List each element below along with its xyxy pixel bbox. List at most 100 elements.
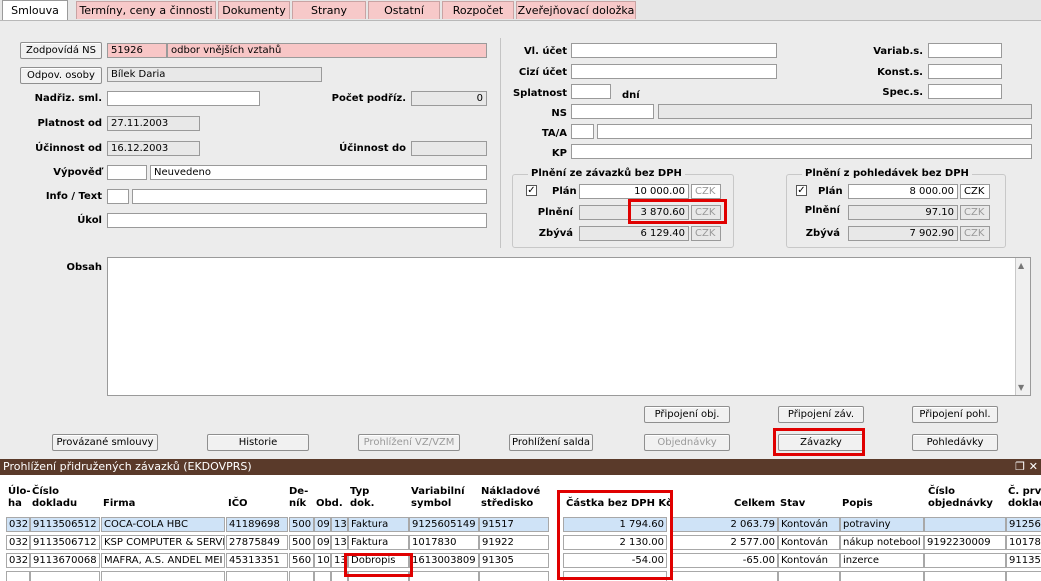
tab-zverejnovaci[interactable]: Zveřejňovací doložka xyxy=(516,1,636,19)
col-cislo-dokladu[interactable]: Číslo dokladu xyxy=(32,486,77,510)
cell-cislo-dokladu[interactable]: 9113506512 xyxy=(30,517,100,532)
col-celkem[interactable]: Celkem xyxy=(734,486,775,510)
variab-field[interactable] xyxy=(928,43,1002,58)
cell-firma[interactable] xyxy=(101,571,225,581)
cell-obd[interactable]: 09 xyxy=(314,535,331,550)
cell-firma[interactable]: COCA-COLA HBC xyxy=(101,517,225,532)
cell-c-prv-dokladu[interactable]: 10178 xyxy=(1006,535,1041,550)
konst-field[interactable] xyxy=(928,64,1002,79)
cell-cislo-dokladu[interactable]: 9113506712 xyxy=(30,535,100,550)
cell-cislo-dokladu[interactable] xyxy=(30,571,100,581)
table-row[interactable]: 032 9113506712 KSP COMPUTER & SERVI 2787584… xyxy=(0,535,1041,551)
cell-c-prv-dokladu[interactable]: 91135 xyxy=(1006,553,1041,568)
ukol-field[interactable] xyxy=(107,213,487,228)
zodpovida-name-field[interactable]: odbor vnějších vztahů xyxy=(167,43,487,58)
cell-stav[interactable]: Kontován xyxy=(778,517,840,532)
cell-obd[interactable]: 10 xyxy=(314,553,331,568)
cell-cislo-objednavky[interactable] xyxy=(924,553,1006,568)
info-code-field[interactable] xyxy=(107,189,129,204)
provazane-smlouvy-button[interactable]: Provázané smlouvy xyxy=(52,434,158,451)
ns-code-field[interactable] xyxy=(571,104,654,119)
spec-field[interactable] xyxy=(928,84,1002,99)
pripojeni-pohl-button[interactable]: Připojení pohl. xyxy=(912,406,998,423)
table-row[interactable]: 032 9113670068 MAFRA, A.S. ANDEL MEI 453133… xyxy=(0,553,1041,569)
cell-uloha[interactable]: 032 xyxy=(6,535,30,550)
cell-variabilni-symbol[interactable]: 1017830 xyxy=(409,535,479,550)
prohlizeni-salda-button[interactable]: Prohlížení salda xyxy=(509,434,593,451)
cell-denik[interactable]: 500 xyxy=(289,535,314,550)
taa-field[interactable] xyxy=(597,124,1032,139)
tab-smlouva[interactable]: Smlouva xyxy=(2,0,68,20)
cell-denik[interactable] xyxy=(289,571,314,581)
cell-c-prv-dokladu[interactable] xyxy=(1006,571,1041,581)
cell-nakladove-stredisko[interactable] xyxy=(479,571,549,581)
vl-ucet-field[interactable] xyxy=(571,43,777,58)
cell-uloha[interactable]: 032 xyxy=(6,517,30,532)
cell-denik[interactable]: 500 xyxy=(289,517,314,532)
table-row[interactable]: 032 9113506512 COCA-COLA HBC 41189698 500 09 1… xyxy=(0,517,1041,533)
col-c-prv-dokladu[interactable]: Č. prvdoklad xyxy=(1008,486,1041,510)
table-row[interactable] xyxy=(0,571,1041,581)
col-firma[interactable]: Firma xyxy=(103,486,135,510)
col-stav[interactable]: Stav xyxy=(780,486,805,510)
cell-popis[interactable] xyxy=(840,571,924,581)
pripojeni-obj-button[interactable]: Připojení obj. xyxy=(644,406,730,423)
tab-strany[interactable]: Strany xyxy=(292,1,366,19)
cell-firma[interactable]: MAFRA, A.S. ANDEL MEI xyxy=(101,553,225,568)
pohledavky-plan-checkbox[interactable]: ✓ xyxy=(796,185,807,196)
tab-rozpocet[interactable]: Rozpočet xyxy=(442,1,514,19)
cell-obd2[interactable]: 13 xyxy=(331,535,348,550)
vypoved-code-field[interactable] xyxy=(107,165,147,180)
cell-variabilni-symbol[interactable] xyxy=(409,571,479,581)
cell-cislo-dokladu[interactable]: 9113670068 xyxy=(30,553,100,568)
restore-icon[interactable]: ❐ xyxy=(1015,459,1025,475)
taa-code-field[interactable] xyxy=(571,124,594,139)
nadriz-field[interactable] xyxy=(107,91,260,106)
kp-field[interactable] xyxy=(571,144,1032,159)
obsah-textarea[interactable] xyxy=(107,257,1031,396)
col-uloha[interactable]: Úlo-ha xyxy=(8,486,31,510)
cell-cislo-objednavky[interactable]: 9192230009 xyxy=(924,535,1006,550)
prohlizeni-vz-button[interactable]: Prohlížení VZ/VZM xyxy=(358,434,460,451)
historie-button[interactable]: Historie xyxy=(207,434,309,451)
cell-ico[interactable]: 41189698 xyxy=(226,517,288,532)
pohledavky-button[interactable]: Pohledávky xyxy=(912,434,998,451)
odpov-osoby-button[interactable]: Odpov. osoby xyxy=(20,67,102,84)
vypoved-field[interactable]: Neuvedeno xyxy=(150,165,487,180)
cell-typ-dok[interactable]: Faktura xyxy=(348,535,409,550)
cell-nakladove-stredisko[interactable]: 91517 xyxy=(479,517,549,532)
cell-obd[interactable]: 09 xyxy=(314,517,331,532)
col-typ-dok[interactable]: Typ dok. xyxy=(350,486,374,510)
cell-celkem[interactable]: 2 063.79 xyxy=(672,517,778,532)
zodpovida-ns-button[interactable]: Zodpovídá NS xyxy=(20,42,102,59)
pripojeni-zav-button[interactable]: Připojení záv. xyxy=(778,406,864,423)
pohledavky-plan-field[interactable]: 8 000.00 xyxy=(848,184,958,199)
cell-popis[interactable]: potraviny xyxy=(840,517,924,532)
cell-nakladove-stredisko[interactable]: 91922 xyxy=(479,535,549,550)
tab-terminy[interactable]: Termíny, ceny a činnosti xyxy=(76,1,216,19)
cell-uloha[interactable] xyxy=(6,571,30,581)
obsah-scrollbar[interactable]: ▲ ▼ xyxy=(1015,258,1030,395)
cell-variabilni-symbol[interactable]: 9125605149 xyxy=(409,517,479,532)
cell-typ-dok[interactable]: Faktura xyxy=(348,517,409,532)
col-variabilni[interactable]: Variabilní symbol xyxy=(411,486,465,510)
info-text-field[interactable] xyxy=(132,189,487,204)
cell-ico[interactable]: 45313351 xyxy=(226,553,288,568)
cell-obd[interactable] xyxy=(314,571,331,581)
cizi-ucet-field[interactable] xyxy=(571,64,777,79)
close-icon[interactable]: ✕ xyxy=(1029,459,1038,475)
cell-uloha[interactable]: 032 xyxy=(6,553,30,568)
cell-stav[interactable]: Kontován xyxy=(778,535,840,550)
cell-variabilni-symbol[interactable]: 1613003809 xyxy=(409,553,479,568)
zodpovida-code-field[interactable]: 51926 xyxy=(107,43,167,58)
cell-c-prv-dokladu[interactable]: 91256 xyxy=(1006,517,1041,532)
zavazky-plan-field[interactable]: 10 000.00 xyxy=(579,184,689,199)
cell-stav[interactable] xyxy=(778,571,840,581)
col-ico[interactable]: IČO xyxy=(228,486,248,510)
cell-ico[interactable]: 27875849 xyxy=(226,535,288,550)
tab-dokumenty[interactable]: Dokumenty xyxy=(218,1,290,19)
cell-popis[interactable]: nákup notebool xyxy=(840,535,924,550)
objednavky-button[interactable]: Objednávky xyxy=(644,434,730,451)
cell-celkem[interactable] xyxy=(672,571,778,581)
cell-obd2[interactable]: 13 xyxy=(331,517,348,532)
